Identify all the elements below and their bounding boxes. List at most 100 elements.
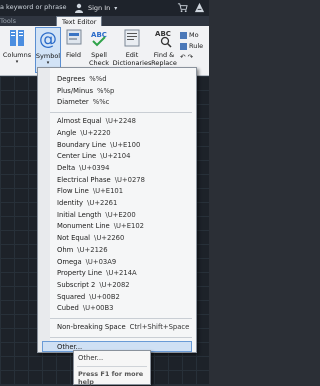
option-icon bbox=[180, 32, 187, 39]
menu-item-label: Delta bbox=[57, 163, 76, 172]
side-item-ruler[interactable]: Rule bbox=[180, 41, 203, 52]
menu-item[interactable]: Delta \U+0394 bbox=[57, 163, 109, 174]
menu-item-label: Diameter bbox=[57, 98, 89, 107]
menu-item[interactable]: Angle \U+2220 bbox=[57, 128, 111, 139]
menu-item-code: \U+2261 bbox=[87, 199, 118, 207]
tooltip-title: Other... bbox=[78, 354, 104, 362]
menu-item-code: Ctrl+Shift+Space bbox=[129, 323, 190, 331]
menu-item-label: Non-breaking Space bbox=[57, 323, 126, 331]
menu-item[interactable]: Diameter %%c bbox=[57, 97, 109, 108]
menu-item[interactable]: Monument Line \U+E102 bbox=[57, 221, 144, 232]
ribbon-tab-row: Tools Text Editor bbox=[0, 16, 209, 27]
ribbon-side-tools: Mo Rule ↶ ↷ bbox=[180, 30, 203, 63]
menu-item[interactable]: Boundary Line \U+E100 bbox=[57, 140, 140, 151]
menu-item-label: Electrical Phase bbox=[57, 175, 111, 184]
spell-check-label: Spell Check bbox=[89, 51, 109, 67]
menu-item-code: \U+0278 bbox=[114, 175, 145, 184]
menu-item-label: Boundary Line bbox=[57, 140, 107, 149]
columns-icon bbox=[10, 30, 24, 46]
menu-item-code: \U+00B2 bbox=[89, 292, 120, 301]
menu-item-code: %%d bbox=[89, 75, 107, 83]
tooltip-divider bbox=[77, 366, 147, 367]
menu-item[interactable]: Flow Line \U+E101 bbox=[57, 186, 123, 197]
menu-item-code: \U+2248 bbox=[105, 117, 136, 126]
side-item-undo-redo[interactable]: ↶ ↷ bbox=[180, 52, 203, 63]
menu-item[interactable]: Ohm \U+2126 bbox=[57, 245, 108, 256]
search-box-text[interactable]: a keyword or phrase bbox=[0, 3, 66, 11]
menu-item[interactable]: Not Equal \U+2260 bbox=[57, 233, 124, 244]
menu-item[interactable]: Property Line \U+214A bbox=[57, 268, 137, 279]
menu-item-code: \U+2126 bbox=[77, 245, 108, 254]
find-replace-icon: ABC bbox=[155, 30, 172, 48]
menu-item[interactable]: Omega \U+03A9 bbox=[57, 257, 116, 268]
menu-item[interactable]: Electrical Phase \U+0278 bbox=[57, 175, 145, 186]
redo-icon[interactable]: ↷ bbox=[187, 52, 192, 63]
menu-item-label: Cubed bbox=[57, 304, 79, 313]
menu-item[interactable]: Subscript 2 \U+2082 bbox=[57, 280, 130, 291]
menu-item-label: Almost Equal bbox=[57, 117, 102, 126]
menu-item-code: \U+E101 bbox=[92, 187, 124, 196]
chevron-down-icon[interactable]: ▾ bbox=[114, 5, 117, 12]
svg-text:@: @ bbox=[39, 29, 57, 50]
menu-item-label: Flow Line bbox=[57, 187, 89, 196]
spell-check-icon: ABC bbox=[91, 31, 107, 47]
menu-item-code: \U+E200 bbox=[105, 210, 136, 219]
menu-item-code: \U+00B3 bbox=[82, 304, 114, 313]
menu-item-label: Property Line bbox=[57, 269, 103, 278]
menu-item[interactable]: Squared \U+00B2 bbox=[57, 292, 120, 303]
menu-item-code: \U+2082 bbox=[99, 280, 130, 289]
menu-item[interactable]: Non-breaking Space Ctrl+Shift+Space bbox=[57, 322, 189, 333]
tooltip-help-text: Press F1 for more help bbox=[78, 370, 144, 386]
menu-item-code: \U+214A bbox=[106, 269, 137, 278]
menu-item[interactable]: Identity \U+2261 bbox=[57, 198, 117, 209]
symbol-label: Symbol bbox=[35, 52, 61, 60]
field-icon bbox=[66, 29, 81, 45]
undo-icon[interactable]: ↶ bbox=[180, 52, 185, 63]
menu-item-code: \U+0394 bbox=[79, 163, 110, 172]
menu-item-label: Ohm bbox=[57, 245, 74, 254]
title-bar: a keyword or phrase Sign In ▾ bbox=[0, 0, 209, 17]
columns-label: Columns bbox=[2, 51, 32, 59]
menu-item[interactable]: Plus/Minus %%p bbox=[57, 86, 114, 97]
at-symbol-icon: @ bbox=[39, 29, 57, 50]
menu-item-code: \U+2220 bbox=[80, 128, 111, 137]
menu-item-code: \U+E100 bbox=[110, 140, 141, 149]
menu-item[interactable]: Center Line \U+2104 bbox=[57, 151, 130, 162]
user-icon[interactable] bbox=[74, 3, 84, 13]
signin-link[interactable]: Sign In bbox=[88, 4, 110, 12]
edit-dictionaries-label: Edit Dictionaries bbox=[112, 51, 152, 67]
menu-item-code: \U+2104 bbox=[100, 152, 131, 161]
menu-item[interactable]: Almost Equal \U+2248 bbox=[57, 116, 136, 127]
menu-item-label: Angle bbox=[57, 128, 77, 137]
autocad-logo-icon[interactable] bbox=[194, 2, 205, 13]
tooltip: Other... Press F1 for more help bbox=[73, 350, 151, 386]
chevron-down-icon: ▾ bbox=[46, 60, 50, 66]
menu-item-code: \U+03A9 bbox=[85, 257, 117, 266]
find-icon-text: ABC bbox=[155, 30, 171, 38]
cart-icon[interactable] bbox=[177, 2, 188, 13]
dictionary-icon bbox=[124, 29, 140, 47]
menu-item-label: Initial Length bbox=[57, 210, 102, 219]
ruler-icon bbox=[180, 43, 187, 50]
menu-item[interactable]: Initial Length \U+E200 bbox=[57, 210, 136, 221]
menu-item-label: Not Equal bbox=[57, 234, 91, 243]
menu-item-label: Degrees bbox=[57, 75, 86, 83]
menu-separator bbox=[50, 112, 192, 114]
menu-item-label: Identity bbox=[57, 199, 84, 207]
find-replace-label: Find & Replace bbox=[151, 51, 177, 67]
menu-item-code: \U+2260 bbox=[94, 234, 125, 243]
menu-separator bbox=[50, 336, 192, 338]
menu-item[interactable]: Degrees %%d bbox=[57, 74, 107, 85]
tab-tools[interactable]: Tools bbox=[0, 16, 16, 26]
side-item-mo[interactable]: Mo bbox=[180, 30, 203, 41]
menu-item-label: Center Line bbox=[57, 152, 97, 161]
menu-item-label: Plus/Minus bbox=[57, 86, 94, 95]
field-label: Field bbox=[65, 51, 81, 59]
menu-item[interactable]: Cubed \U+00B3 bbox=[57, 303, 113, 314]
menu-item-label: Omega bbox=[57, 257, 82, 266]
menu-item-label: Subscript 2 bbox=[57, 280, 96, 289]
menu-item-code: %%c bbox=[92, 98, 110, 107]
columns-button[interactable]: Columns ▾ bbox=[0, 27, 34, 73]
chevron-down-icon: ▾ bbox=[15, 59, 19, 65]
symbol-dropdown-menu: Degrees %%d Plus/Minus %%p Diameter %%c Almost… bbox=[37, 67, 197, 353]
